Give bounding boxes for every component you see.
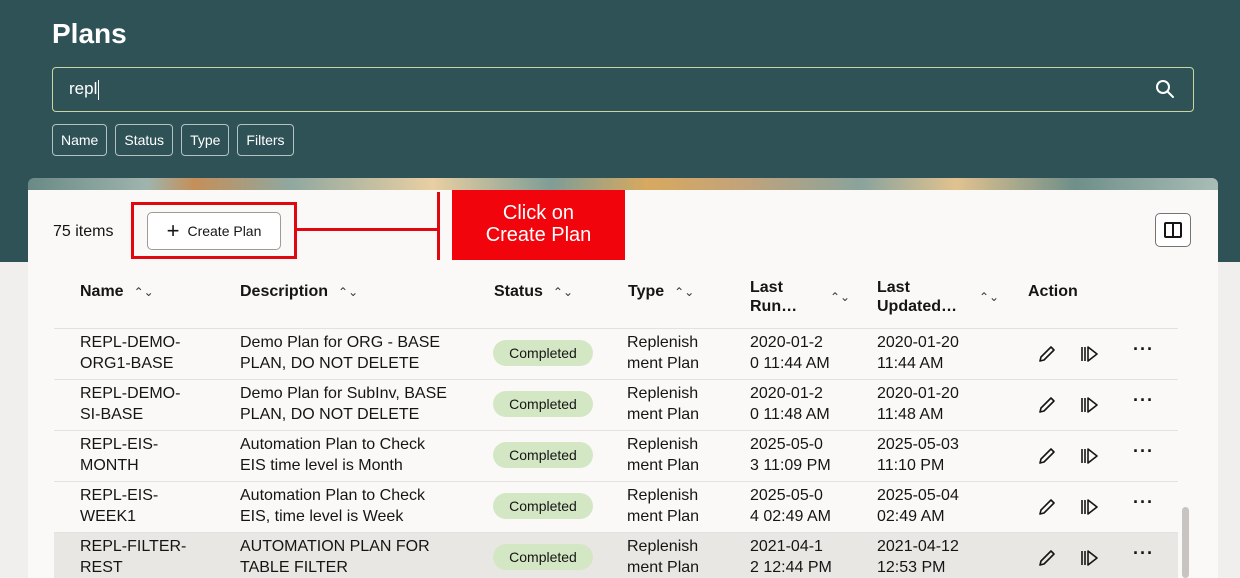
cell-description: Demo Plan for ORG - BASE PLAN, DO NOT DE… <box>240 334 441 372</box>
callout-divider <box>437 192 440 260</box>
column-label: Status <box>494 283 543 300</box>
more-icon[interactable]: ··· <box>1133 543 1154 564</box>
run-icon[interactable] <box>1078 547 1100 569</box>
filter-chip-type[interactable]: Type <box>181 124 230 156</box>
search-value[interactable]: repl <box>69 79 100 100</box>
cell-name: REPL-DEMO- ORG1-BASE <box>80 334 181 372</box>
status-badge: Completed <box>493 340 593 366</box>
search-input[interactable]: repl <box>52 67 1194 112</box>
table-row[interactable]: REPL-DEMO- SI-BASE Demo Plan for SubInv,… <box>54 379 1178 430</box>
edit-icon[interactable] <box>1036 343 1058 365</box>
table-row[interactable]: REPL-DEMO- ORG1-BASE Demo Plan for ORG -… <box>54 328 1178 379</box>
cell-description: Automation Plan to Check EIS, time level… <box>240 487 425 525</box>
cell-last-updated: 2020-01-20 11:48 AM <box>877 385 959 423</box>
columns-button[interactable] <box>1155 213 1191 247</box>
column-header-status[interactable]: Status ⌃⌄ <box>494 283 573 301</box>
sort-icon[interactable]: ⌃⌄ <box>979 288 999 307</box>
sort-icon[interactable]: ⌃⌄ <box>338 285 358 299</box>
cell-name: REPL-FILTER- REST <box>80 538 187 576</box>
cell-description: Demo Plan for SubInv, BASE PLAN, DO NOT … <box>240 385 447 423</box>
run-icon[interactable] <box>1078 445 1100 467</box>
edit-icon[interactable] <box>1036 394 1058 416</box>
column-label: Type <box>628 283 665 300</box>
cell-type: Replenish ment Plan <box>627 385 700 423</box>
more-icon[interactable]: ··· <box>1133 441 1154 462</box>
columns-icon <box>1164 222 1182 238</box>
status-badge: Completed <box>493 442 593 468</box>
column-label: Action <box>1028 283 1078 300</box>
callout-connector <box>297 228 439 231</box>
page-title: Plans <box>52 18 127 49</box>
column-header-action: Action <box>1028 283 1078 301</box>
filter-chip-filters[interactable]: Filters <box>237 124 294 156</box>
column-header-last-updated[interactable]: Last Updated… ⌃⌄ <box>877 278 999 316</box>
column-header-description[interactable]: Description ⌃⌄ <box>240 283 358 301</box>
sort-icon[interactable]: ⌃⌄ <box>830 288 850 307</box>
cell-description: AUTOMATION PLAN FOR TABLE FILTER <box>240 538 430 576</box>
cell-name: REPL-EIS- WEEK1 <box>80 487 159 525</box>
cell-last-updated: 2020-01-20 11:44 AM <box>877 334 959 372</box>
cell-name: REPL-DEMO- SI-BASE <box>80 385 181 423</box>
cell-last-updated: 2025-05-04 02:49 AM <box>877 487 959 525</box>
item-count: 75 items <box>53 223 114 240</box>
cell-type: Replenish ment Plan <box>627 436 700 474</box>
filter-chip-status[interactable]: Status <box>115 124 174 156</box>
column-label: Description <box>240 283 329 300</box>
edit-icon[interactable] <box>1036 547 1058 569</box>
filter-chip-name[interactable]: Name <box>52 124 108 156</box>
more-icon[interactable]: ··· <box>1133 492 1154 513</box>
edit-icon[interactable] <box>1036 445 1058 467</box>
callout-label: Click on Create Plan <box>452 190 625 260</box>
cell-type: Replenish ment Plan <box>627 538 700 576</box>
cell-last-run: 2025-05-0 3 11:09 PM <box>750 436 831 474</box>
run-icon[interactable] <box>1078 394 1100 416</box>
run-icon[interactable] <box>1078 496 1100 518</box>
column-header-name[interactable]: Name ⌃⌄ <box>80 283 154 301</box>
column-header-last-run[interactable]: Last Run… ⌃⌄ <box>750 278 850 316</box>
cell-name: REPL-EIS- MONTH <box>80 436 159 474</box>
cell-type: Replenish ment Plan <box>627 334 700 372</box>
sort-icon[interactable]: ⌃⌄ <box>553 285 573 299</box>
more-icon[interactable]: ··· <box>1133 390 1154 411</box>
column-label: Last Run… <box>750 279 798 315</box>
cell-last-run: 2020-01-2 0 11:44 AM <box>750 334 830 372</box>
cell-last-updated: 2025-05-03 11:10 PM <box>877 436 959 474</box>
cell-description: Automation Plan to Check EIS time level … <box>240 436 425 474</box>
cell-last-updated: 2021-04-12 12:53 PM <box>877 538 959 576</box>
cell-last-run: 2025-05-0 4 02:49 AM <box>750 487 831 525</box>
filter-chips: Name Status Type Filters <box>52 124 294 156</box>
table-row[interactable]: REPL-EIS- MONTH Automation Plan to Check… <box>54 430 1178 481</box>
column-label: Last Updated… <box>877 279 957 315</box>
edit-icon[interactable] <box>1036 496 1058 518</box>
more-icon[interactable]: ··· <box>1133 339 1154 360</box>
table-row[interactable]: REPL-EIS- WEEK1 Automation Plan to Check… <box>54 481 1178 532</box>
column-label: Name <box>80 283 124 300</box>
cell-last-run: 2020-01-2 0 11:48 AM <box>750 385 830 423</box>
status-badge: Completed <box>493 391 593 417</box>
status-badge: Completed <box>493 493 593 519</box>
scrollbar-thumb[interactable] <box>1182 507 1189 578</box>
cell-type: Replenish ment Plan <box>627 487 700 525</box>
plans-panel: 75 items + Create Plan Click on Create P… <box>28 190 1218 578</box>
sort-icon[interactable]: ⌃⌄ <box>674 285 694 299</box>
decorative-banner <box>28 178 1218 190</box>
status-badge: Completed <box>493 544 593 570</box>
sort-icon[interactable]: ⌃⌄ <box>134 285 154 299</box>
table-row[interactable]: REPL-FILTER- REST AUTOMATION PLAN FOR TA… <box>54 532 1178 578</box>
callout-highlight-box <box>131 202 297 259</box>
run-icon[interactable] <box>1078 343 1100 365</box>
column-header-type[interactable]: Type ⌃⌄ <box>628 283 694 301</box>
search-icon[interactable] <box>1155 79 1175 99</box>
cell-last-run: 2021-04-1 2 12:44 PM <box>750 538 832 576</box>
